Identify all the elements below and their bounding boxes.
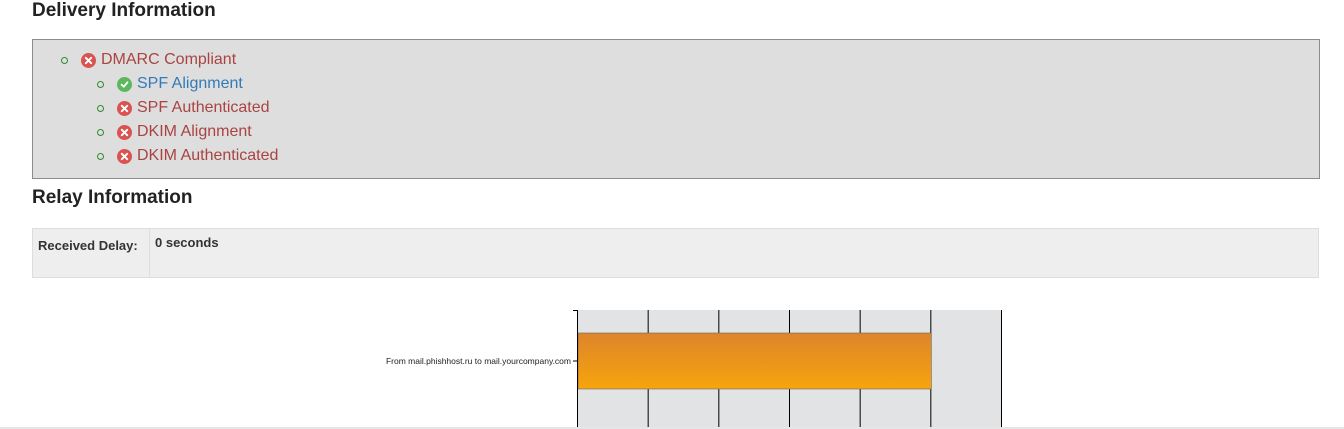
delivery-checks-panel: DMARC Compliant SPF Alignment SPF Authen… <box>32 39 1320 179</box>
delivery-information-heading: Delivery Information <box>32 0 216 21</box>
received-delay-value: 0 seconds <box>155 235 219 250</box>
check-item-dkim-alignment: DKIM Alignment <box>97 121 252 143</box>
bullet-icon <box>97 104 104 112</box>
times-circle-icon <box>117 124 132 140</box>
check-circle-icon <box>117 76 132 92</box>
check-label-dkim-alignment: DKIM Alignment <box>137 123 252 140</box>
bullet-icon <box>97 152 104 160</box>
times-circle-icon <box>81 52 96 68</box>
category-label-0: From mail.phishhost.ru to mail.yourcompa… <box>386 356 571 366</box>
relay-information-heading: Relay Information <box>32 187 193 208</box>
times-circle-icon <box>117 100 132 116</box>
relay-chart-svg: From mail.phishhost.ru to mail.yourcompa… <box>386 310 1002 429</box>
check-item-dmarc-compliant: DMARC Compliant <box>61 49 236 71</box>
bullet-icon <box>97 80 104 88</box>
check-label-spf-alignment[interactable]: SPF Alignment <box>137 75 243 93</box>
relay-info-table: Received Delay: 0 seconds <box>32 228 1319 278</box>
relay-delay-chart: From mail.phishhost.ru to mail.yourcompa… <box>0 300 1344 429</box>
times-circle-icon <box>117 148 132 164</box>
check-item-spf-authenticated: SPF Authenticated <box>97 97 270 119</box>
check-item-spf-alignment: SPF Alignment <box>97 73 243 95</box>
check-label-dkim-authenticated: DKIM Authenticated <box>137 147 279 164</box>
received-delay-label: Received Delay: <box>33 229 150 277</box>
check-label-dmarc-compliant: DMARC Compliant <box>101 51 237 68</box>
check-label-spf-authenticated: SPF Authenticated <box>137 99 270 116</box>
bar-0 <box>577 332 932 390</box>
bullet-icon <box>97 128 104 136</box>
check-item-dkim-authenticated: DKIM Authenticated <box>97 145 278 167</box>
bullet-icon <box>61 56 68 64</box>
